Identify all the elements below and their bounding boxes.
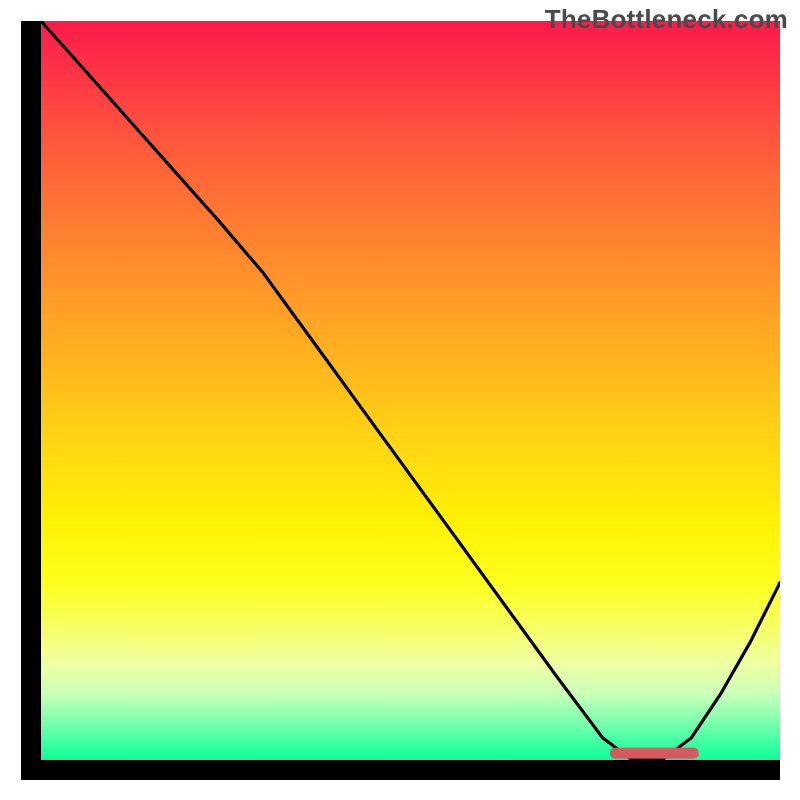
chart-gradient-background bbox=[41, 21, 780, 760]
watermark-label: TheBottleneck.com bbox=[545, 4, 788, 35]
